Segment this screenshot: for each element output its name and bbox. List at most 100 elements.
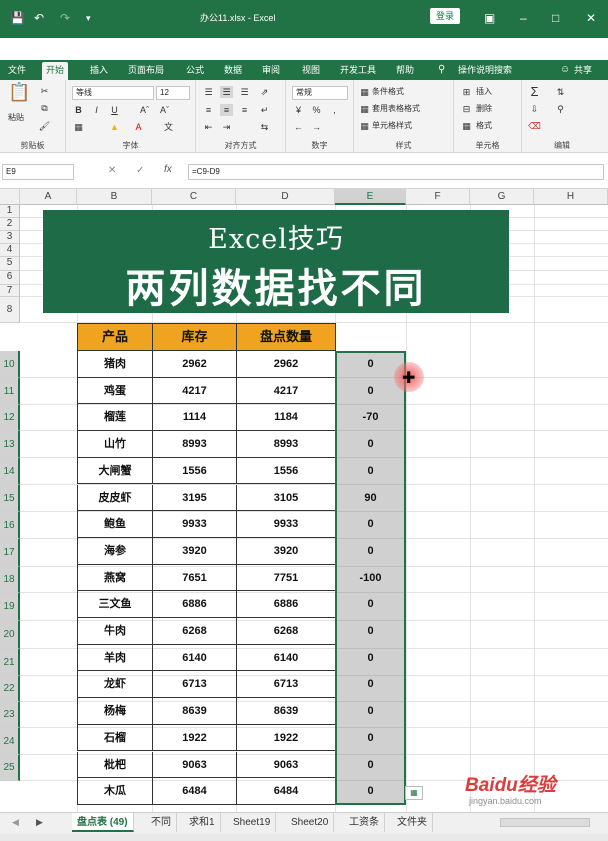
table-cell[interactable]: 4217 [236, 378, 336, 405]
login-button[interactable]: 登录 [430, 8, 461, 24]
tab-review[interactable]: 审阅 [258, 62, 284, 80]
scroll-left-icon[interactable]: ◀ [12, 817, 19, 828]
difference-cell[interactable]: 0 [335, 431, 406, 458]
table-cell[interactable]: 三文鱼 [77, 591, 153, 618]
row-header[interactable]: 19 [0, 593, 20, 621]
tab-help[interactable]: 帮助 [392, 62, 418, 80]
difference-cell[interactable]: 90 [335, 485, 406, 512]
table-cell[interactable]: 2962 [152, 351, 237, 378]
save-icon[interactable]: 💾 [10, 11, 25, 25]
table-cell[interactable]: 6140 [152, 645, 237, 672]
tab-home[interactable]: 开始 [42, 62, 69, 80]
row-header[interactable]: 7 [0, 285, 20, 297]
row-header[interactable]: 13 [0, 431, 20, 458]
row-header[interactable]: 20 [0, 621, 20, 649]
table-cell[interactable]: 榴莲 [77, 404, 153, 431]
sheet-tab-inventory[interactable]: 盘点表 (49) [72, 813, 134, 832]
cancel-entry-icon[interactable]: ✕ [108, 165, 116, 176]
copy-icon[interactable]: ⧉ [38, 102, 51, 114]
underline-icon[interactable]: U [108, 104, 121, 116]
table-cell[interactable]: 3920 [152, 538, 237, 565]
align-center-icon[interactable]: ≡ [220, 104, 233, 116]
table-cell[interactable]: 3920 [236, 538, 336, 565]
table-cell[interactable]: 6886 [236, 591, 336, 618]
table-cell[interactable]: 6268 [152, 618, 237, 645]
column-header[interactable]: D [236, 189, 335, 205]
table-cell[interactable]: 3105 [236, 485, 336, 512]
table-cell[interactable]: 牛肉 [77, 618, 153, 645]
row-header[interactable]: 18 [0, 567, 20, 593]
cut-icon[interactable]: ✂ [38, 85, 51, 97]
column-header[interactable]: F [406, 189, 470, 205]
undo-icon[interactable]: ↶ [34, 11, 44, 25]
header-cell-product[interactable]: 产品 [77, 323, 153, 351]
row-header[interactable]: 16 [0, 512, 20, 539]
column-header[interactable]: E [335, 189, 406, 205]
paste-button[interactable]: 粘贴 [8, 112, 24, 124]
row-header[interactable]: 24 [0, 728, 20, 755]
difference-cell[interactable]: 0 [335, 698, 406, 725]
format-painter-icon[interactable]: 🖌 [38, 120, 51, 132]
select-all-corner[interactable] [0, 189, 20, 205]
row-header[interactable]: 21 [0, 649, 20, 676]
sheet-tab-payslip[interactable]: 工资条 [344, 813, 385, 832]
tab-page-layout[interactable]: 页面布局 [124, 62, 168, 80]
table-cell[interactable]: 鸡蛋 [77, 378, 153, 405]
bold-icon[interactable]: B [72, 104, 85, 116]
tab-developer[interactable]: 开发工具 [336, 62, 380, 80]
minimize-icon[interactable]: – [520, 11, 527, 25]
table-cell[interactable]: 9063 [152, 752, 237, 779]
maximize-icon[interactable]: □ [552, 11, 559, 25]
quick-analysis-icon[interactable]: ▦ [405, 786, 423, 800]
tab-file[interactable]: 文件 [4, 62, 30, 80]
font-color-icon[interactable]: A [132, 121, 145, 133]
column-header[interactable]: H [534, 189, 608, 205]
comma-style-icon[interactable]: , [328, 104, 341, 116]
conditional-format-button[interactable]: 条件格式 [372, 86, 404, 98]
difference-cell[interactable]: 0 [335, 645, 406, 672]
align-top-icon[interactable]: ☰ [202, 86, 215, 98]
increase-indent-icon[interactable]: ⇥ [220, 121, 233, 133]
horizontal-scrollbar[interactable] [500, 818, 590, 827]
difference-cell[interactable]: 0 [335, 725, 406, 752]
column-header[interactable]: G [470, 189, 534, 205]
table-cell[interactable]: 龙虾 [77, 671, 153, 698]
sheet-tab-sum1[interactable]: 求和1 [184, 813, 221, 832]
orientation-icon[interactable]: ⇗ [258, 86, 271, 98]
wrap-text-icon[interactable]: ↵ [258, 104, 271, 116]
difference-cell[interactable]: -100 [335, 565, 406, 592]
align-right-icon[interactable]: ≡ [238, 104, 251, 116]
borders-icon[interactable]: ▦ [72, 121, 85, 133]
insert-function-icon[interactable]: fx [164, 164, 172, 175]
row-header[interactable]: 5 [0, 257, 20, 271]
table-cell[interactable]: 6484 [236, 778, 336, 805]
format-cells-button[interactable]: 格式 [476, 120, 492, 132]
table-cell[interactable]: 3195 [152, 485, 237, 512]
find-select-icon[interactable]: ⚲ [554, 103, 567, 115]
table-cell[interactable]: 1922 [152, 725, 237, 752]
table-cell[interactable]: 鲍鱼 [77, 511, 153, 538]
name-box[interactable]: E9 [2, 164, 74, 180]
row-header[interactable]: 11 [0, 378, 20, 405]
fill-icon[interactable]: ⇩ [528, 103, 541, 115]
align-left-icon[interactable]: ≡ [202, 104, 215, 116]
table-cell[interactable]: 6713 [236, 671, 336, 698]
table-cell[interactable]: 1556 [152, 458, 237, 485]
row-header[interactable]: 1 [0, 205, 20, 218]
scroll-right-icon[interactable]: ▶ [36, 817, 43, 828]
customize-quick-access-icon[interactable]: ▾ [86, 11, 91, 25]
share-button[interactable]: 共享 [570, 62, 596, 80]
table-cell[interactable]: 4217 [152, 378, 237, 405]
column-header[interactable]: C [152, 189, 236, 205]
fill-color-icon[interactable]: ▲ [108, 121, 121, 133]
row-header[interactable]: 8 [0, 297, 20, 323]
table-cell[interactable]: 6140 [236, 645, 336, 672]
table-cell[interactable]: 2962 [236, 351, 336, 378]
tab-data[interactable]: 数据 [220, 62, 246, 80]
increase-font-icon[interactable]: Aˆ [138, 104, 151, 116]
row-header[interactable]: 4 [0, 244, 20, 257]
table-cell[interactable]: 石榴 [77, 725, 153, 752]
table-cell[interactable]: 6484 [152, 778, 237, 805]
sheet-tab-sheet20[interactable]: Sheet20 [286, 813, 335, 832]
difference-cell[interactable]: -70 [335, 404, 406, 431]
